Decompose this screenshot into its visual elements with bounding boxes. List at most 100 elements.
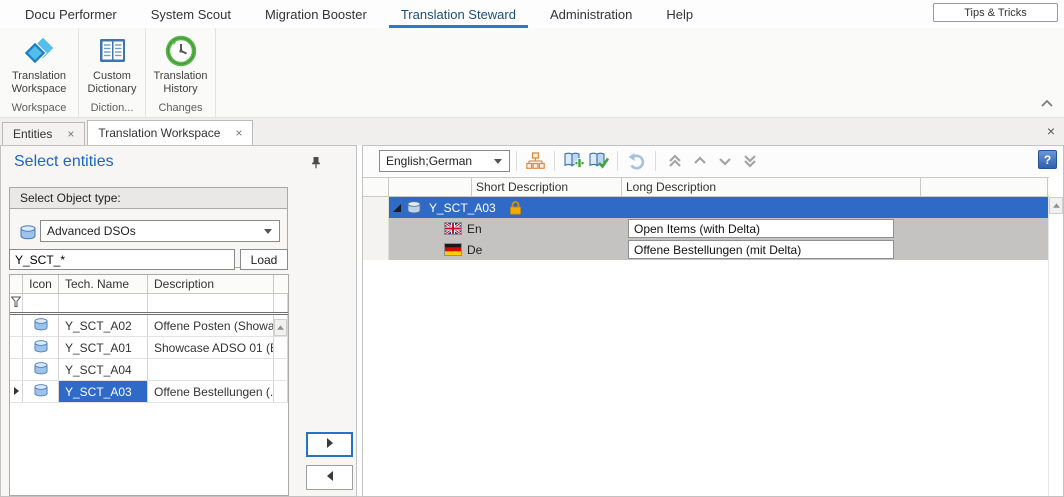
undo-icon[interactable] — [624, 150, 649, 172]
description-cell[interactable]: Offene Posten (Showa... — [148, 315, 274, 337]
toolbar-separator — [617, 151, 618, 171]
pin-icon[interactable] — [310, 156, 322, 174]
dictionary-book-icon — [79, 32, 145, 70]
vertical-scrollbar[interactable] — [1048, 197, 1063, 496]
translation-toolbar: English;German — [363, 146, 1063, 176]
filter-funnel-icon — [11, 296, 21, 310]
toolbar-separator — [516, 151, 517, 171]
chevron-down-icon[interactable] — [712, 150, 737, 172]
history-clock-icon — [148, 32, 214, 70]
menu-item-help[interactable]: Help — [649, 0, 710, 28]
ribbon-button-label: Translation Workspace — [6, 70, 72, 96]
close-icon[interactable]: × — [67, 128, 74, 140]
table-row[interactable]: Y_SCT_A02 Offene Posten (Showa... — [10, 315, 288, 337]
ribbon-button-label: Custom Dictionary — [79, 70, 145, 96]
tab-entities[interactable]: Entities × — [2, 122, 85, 145]
translation-workspace-diamond-icon — [6, 32, 72, 70]
tech-name-cell[interactable]: Y_SCT_A02 — [59, 315, 148, 337]
tree-expanded-icon[interactable] — [392, 203, 402, 213]
translation-history-button[interactable]: Translation History — [148, 32, 214, 96]
help-button[interactable]: ? — [1038, 150, 1057, 169]
scrollbar-up-icon[interactable] — [274, 319, 287, 336]
description-cell[interactable]: Showcase ADSO 01 (B... — [148, 337, 274, 359]
translation-workspace-button[interactable]: Translation Workspace — [6, 32, 72, 96]
menu-item-docu-performer[interactable]: Docu Performer — [8, 0, 134, 28]
entity-search-input[interactable] — [9, 249, 235, 270]
long-description-input-de[interactable] — [628, 240, 894, 259]
menu-item-translation-steward[interactable]: Translation Steward — [384, 0, 533, 28]
filter-cell[interactable] — [59, 294, 148, 312]
tech-name-cell[interactable]: Y_SCT_A04 — [59, 359, 148, 381]
table-row[interactable]: Y_SCT_A01 Showcase ADSO 01 (B... — [10, 337, 288, 359]
ribbon-group-changes: Translation History Changes — [146, 28, 216, 117]
filter-cell[interactable] — [23, 294, 59, 312]
language-pair-dropdown[interactable]: English;German — [379, 150, 510, 172]
entity-row[interactable]: Y_SCT_A03 — [363, 197, 1048, 218]
right-triangle-icon — [326, 436, 334, 454]
ribbon-button-label: Translation History — [148, 70, 214, 96]
chevron-down-icon — [494, 159, 502, 164]
table-row[interactable]: Y_SCT_A04 — [10, 359, 288, 381]
menu-item-migration-booster[interactable]: Migration Booster — [248, 0, 384, 28]
custom-dictionary-button[interactable]: Custom Dictionary — [79, 32, 145, 96]
tech-name-cell[interactable]: Y_SCT_A01 — [59, 337, 148, 359]
menu-item-system-scout[interactable]: System Scout — [134, 0, 248, 28]
menu-bar: Docu Performer System Scout Migration Bo… — [0, 0, 1064, 28]
column-header-icon[interactable]: Icon — [23, 275, 59, 294]
grid-header-row: Short Description Long Description — [363, 177, 1049, 197]
column-header-short-description[interactable]: Short Description — [472, 178, 622, 196]
object-type-dropdown[interactable]: Advanced DSOs — [40, 220, 280, 242]
add-entity-button[interactable] — [306, 432, 353, 457]
close-icon[interactable]: × — [1047, 124, 1055, 138]
remove-entity-button[interactable] — [306, 465, 353, 490]
ribbon-group-dictionary: Custom Dictionary Diction... — [79, 28, 146, 117]
panel-title: Select entities — [14, 153, 114, 171]
scrollbar-up-icon[interactable] — [1049, 197, 1063, 214]
toolbar-separator — [554, 151, 555, 171]
confirm-translation-icon[interactable] — [586, 150, 611, 172]
application-window: Docu Performer System Scout Migration Bo… — [0, 0, 1064, 497]
table-row-selected[interactable]: Y_SCT_A03 Offene Bestellungen (... — [10, 381, 288, 403]
load-button[interactable]: Load — [240, 249, 288, 270]
chevron-down-icon — [264, 229, 272, 234]
column-header-tech-name[interactable]: Tech. Name — [59, 275, 148, 294]
translation-workspace-panel: English;German — [362, 145, 1064, 497]
long-description-input-en[interactable] — [628, 219, 894, 238]
translation-grid: Y_SCT_A03 — [363, 197, 1048, 260]
description-cell[interactable] — [148, 359, 274, 381]
hierarchy-icon[interactable] — [523, 150, 548, 172]
tech-name-cell-selected[interactable]: Y_SCT_A03 — [59, 381, 148, 403]
database-icon — [33, 384, 49, 400]
database-icon — [33, 362, 49, 378]
language-code: En — [467, 222, 482, 236]
entity-name: Y_SCT_A03 — [429, 201, 496, 215]
ribbon: Translation Workspace Workspace — [0, 28, 1064, 118]
column-header-description[interactable]: Description — [148, 275, 274, 294]
table-header-row: Icon Tech. Name Description — [10, 275, 288, 294]
language-row-en[interactable]: En — [363, 218, 1048, 239]
chevron-up-icon[interactable] — [687, 150, 712, 172]
language-row-de[interactable]: De — [363, 239, 1048, 260]
language-code: De — [467, 243, 482, 257]
double-chevron-down-icon[interactable] — [737, 150, 762, 172]
tab-label: Entities — [13, 127, 52, 141]
column-header-long-description[interactable]: Long Description — [622, 178, 921, 196]
tips-and-tricks-button[interactable]: Tips & Tricks — [933, 3, 1058, 22]
add-to-dictionary-icon[interactable] — [561, 150, 586, 172]
description-cell[interactable]: Offene Bestellungen (... — [148, 381, 274, 403]
uk-flag-icon — [444, 222, 462, 235]
collapse-ribbon-icon[interactable] — [1040, 95, 1054, 113]
database-icon — [406, 201, 422, 214]
ribbon-group-label: Changes — [158, 102, 202, 117]
ribbon-group-label: Workspace — [12, 102, 67, 117]
germany-flag-icon — [444, 243, 462, 256]
double-chevron-up-icon[interactable] — [662, 150, 687, 172]
object-type-header: Select Object type: — [10, 188, 287, 209]
dropdown-value: Advanced DSOs — [47, 224, 136, 238]
select-entities-panel: Select entities Select Object type: Adva… — [0, 145, 357, 497]
tab-translation-workspace[interactable]: Translation Workspace × — [87, 120, 253, 145]
filter-cell[interactable] — [148, 294, 274, 312]
close-icon[interactable]: × — [235, 127, 242, 139]
document-tab-strip: Entities × Translation Workspace × × — [0, 118, 1064, 145]
menu-item-administration[interactable]: Administration — [533, 0, 649, 28]
